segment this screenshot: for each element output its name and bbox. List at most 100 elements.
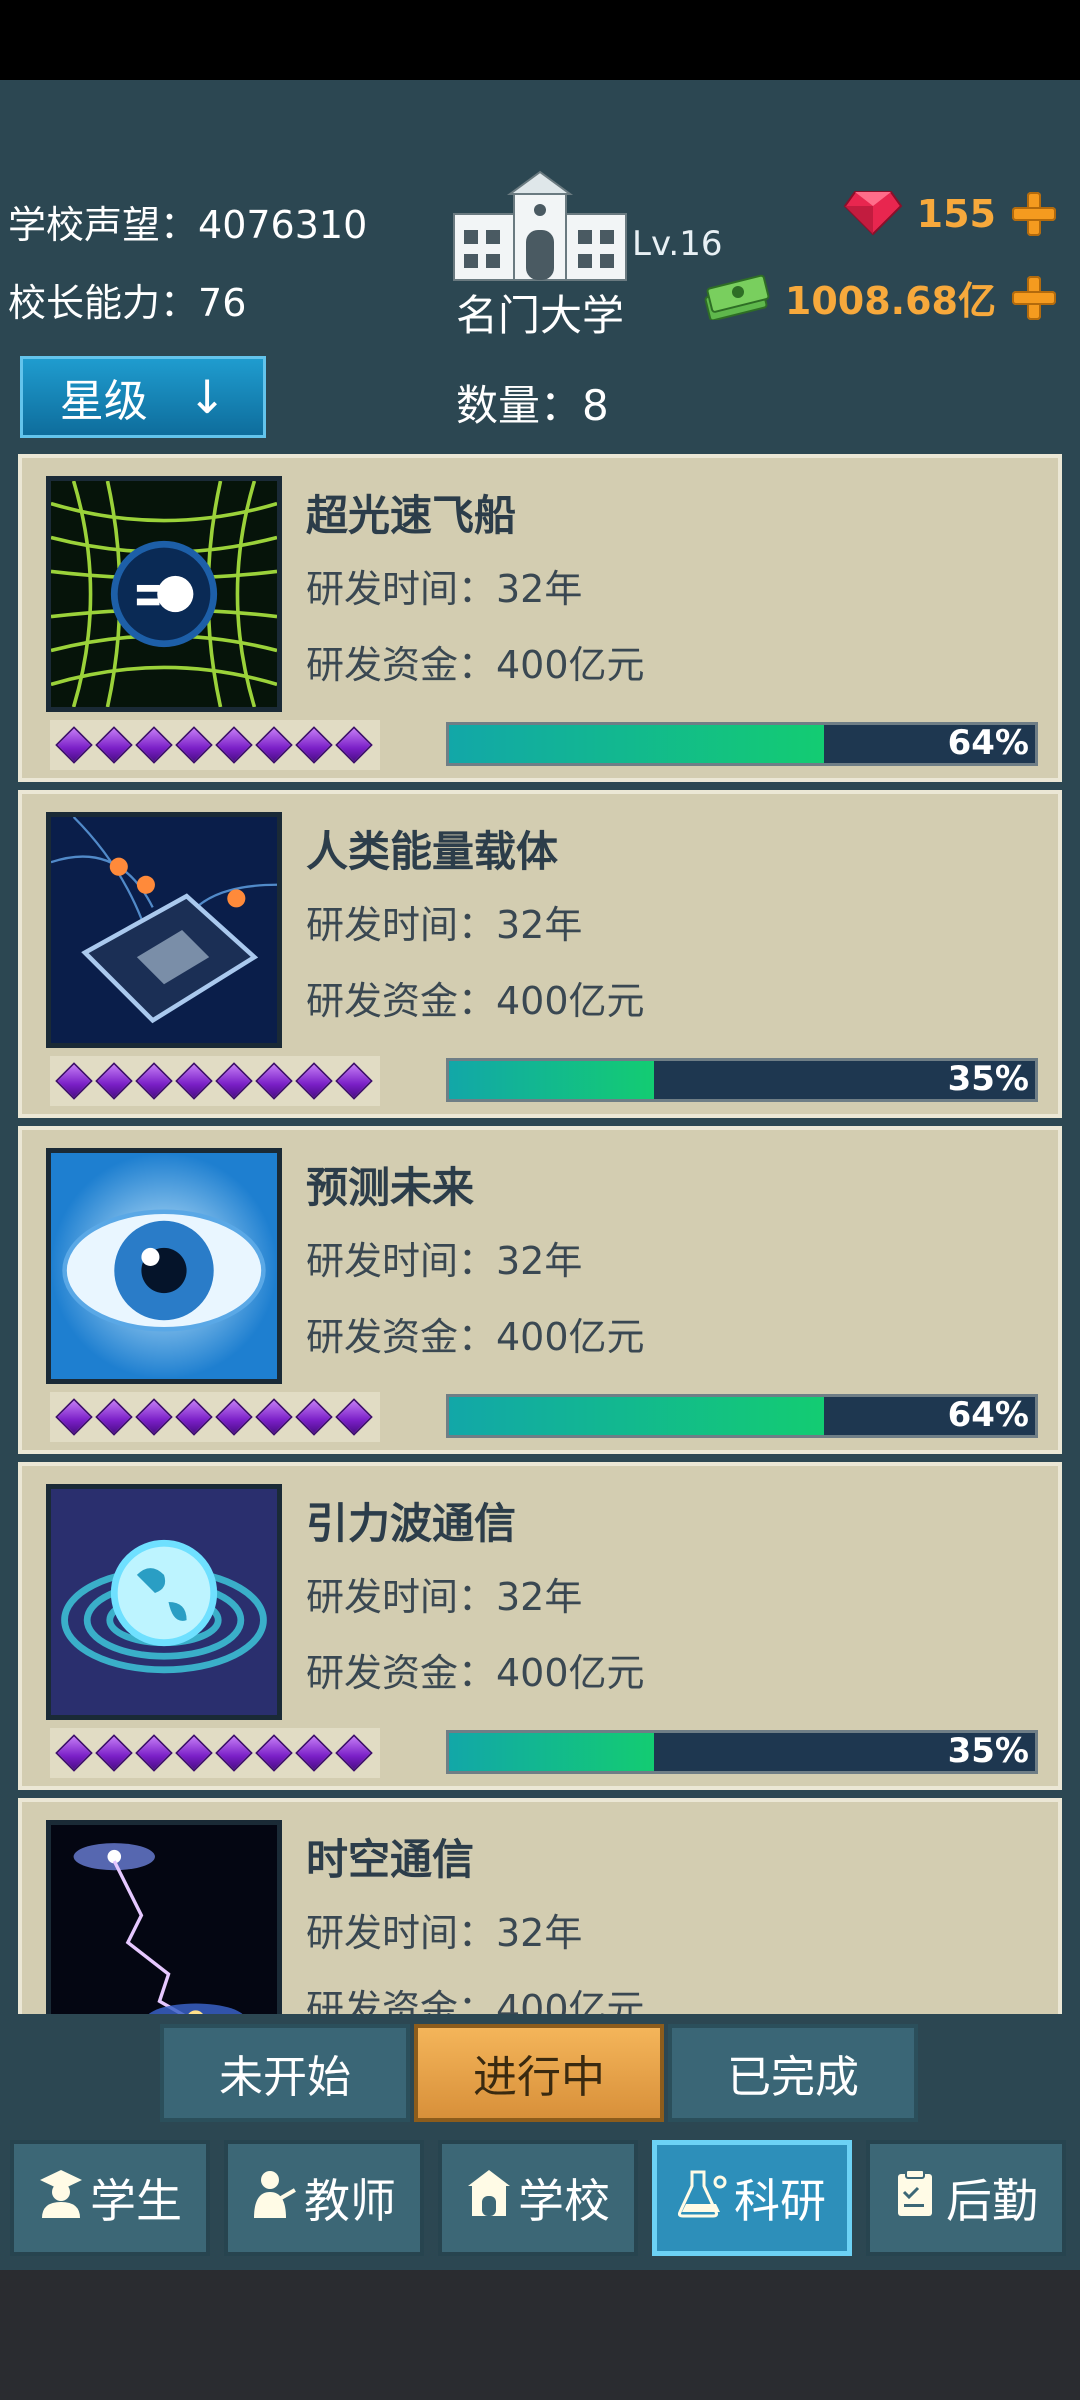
flask-icon (677, 2168, 728, 2229)
research-card[interactable]: 时空通信 研发时间：32年 研发资金：400亿元 (18, 1798, 1062, 2014)
prestige-label: 学校声望： (8, 203, 199, 247)
research-title: 时空通信 (306, 1835, 475, 1884)
filter-label: 进行中 (473, 2052, 605, 2103)
star-rating (50, 1056, 380, 1106)
star-gem-icon (295, 726, 333, 764)
progress-text: 64% (947, 1395, 1029, 1435)
star-gem-icon (95, 1398, 133, 1436)
progress-fill (449, 725, 825, 763)
star-gem-icon (335, 1062, 373, 1100)
star-gem-icon (135, 1734, 173, 1772)
star-gem-icon (255, 1398, 293, 1436)
nav-logistics[interactable]: 后勤 (866, 2140, 1066, 2256)
star-gem-icon (295, 1734, 333, 1772)
progress-fill (449, 1733, 655, 1771)
system-nav-area (0, 2270, 1080, 2400)
progress-text: 35% (947, 1731, 1029, 1771)
nav-label: 科研 (734, 2174, 826, 2228)
nav-research[interactable]: 科研 (652, 2140, 852, 2256)
school-building-icon[interactable] (450, 170, 630, 282)
research-fund: 研发资金：400亿元 (306, 643, 645, 687)
research-title: 预测未来 (306, 1163, 475, 1212)
star-gem-icon (255, 1062, 293, 1100)
research-list[interactable]: 超光速飞船 研发时间：32年 研发资金：400亿元 64% 人类能量载体 研发时… (18, 454, 1062, 2014)
research-card[interactable]: 引力波通信 研发时间：32年 研发资金：400亿元 35% (18, 1462, 1062, 1790)
school-name: 名门大学 (455, 291, 624, 340)
globe-wave-icon (46, 1484, 282, 1720)
star-gem-icon (55, 1398, 93, 1436)
money-icon (703, 272, 771, 324)
progress-bar: 35% (446, 1730, 1038, 1774)
star-rating (50, 720, 380, 770)
star-gem-icon (175, 726, 213, 764)
filter-label: 未开始 (219, 2052, 351, 2103)
star-gem-icon (95, 726, 133, 764)
research-title: 引力波通信 (306, 1499, 517, 1548)
filter-not-started[interactable]: 未开始 (160, 2024, 410, 2122)
star-gem-icon (295, 1062, 333, 1100)
star-gem-icon (215, 1734, 253, 1772)
gem-resource: 155 (843, 188, 1058, 240)
star-gem-icon (335, 1734, 373, 1772)
star-gem-icon (135, 1062, 173, 1100)
research-fund: 研发资金：400亿元 (306, 1987, 645, 2014)
research-time: 研发时间：32年 (306, 567, 583, 611)
prestige-value: 4076310 (198, 203, 368, 247)
status-bar (0, 0, 1080, 80)
star-gem-icon (295, 1398, 333, 1436)
sort-by-star-button[interactable]: 星级 ↓ (20, 356, 266, 438)
progress-bar: 64% (446, 1394, 1038, 1438)
ability-row: 校长能力：76 (8, 272, 246, 327)
star-gem-icon (135, 1398, 173, 1436)
clipboard-icon (894, 2168, 940, 2229)
filter-in-progress[interactable]: 进行中 (414, 2024, 664, 2122)
research-time: 研发时间：32年 (306, 1911, 583, 1955)
sort-arrow-icon: ↓ (187, 370, 227, 424)
sort-label: 星级 (59, 376, 148, 427)
ability-label: 校长能力： (8, 281, 199, 325)
count-label: 数量： (456, 381, 583, 430)
star-rating (50, 1392, 380, 1442)
school-icon (466, 2168, 512, 2229)
star-gem-icon (255, 726, 293, 764)
progress-text: 64% (947, 723, 1029, 763)
research-card[interactable]: 预测未来 研发时间：32年 研发资金：400亿元 64% (18, 1126, 1062, 1454)
nav-school[interactable]: 学校 (438, 2140, 638, 2256)
money-resource: 1008.68亿 (703, 270, 1058, 325)
star-rating (50, 1728, 380, 1778)
ability-value: 76 (198, 281, 247, 325)
nav-students[interactable]: 学生 (10, 2140, 210, 2256)
research-card[interactable]: 超光速飞船 研发时间：32年 研发资金：400亿元 64% (18, 454, 1062, 782)
nav-label: 学生 (90, 2174, 182, 2228)
filter-completed[interactable]: 已完成 (668, 2024, 918, 2122)
eye-icon (46, 1148, 282, 1384)
nav-label: 后勤 (946, 2174, 1038, 2228)
star-gem-icon (55, 726, 93, 764)
teacher-icon (252, 2168, 298, 2229)
filter-label: 已完成 (727, 2052, 859, 2103)
gem-count: 155 (916, 192, 996, 236)
add-money-button[interactable] (1010, 274, 1058, 322)
progress-fill (449, 1397, 825, 1435)
nav-teachers[interactable]: 教师 (224, 2140, 424, 2256)
star-gem-icon (175, 1398, 213, 1436)
item-count: 数量：8 (456, 372, 609, 433)
money-amount: 1008.68亿 (784, 279, 996, 323)
research-title: 人类能量载体 (306, 827, 559, 876)
research-time: 研发时间：32年 (306, 903, 583, 947)
research-fund: 研发资金：400亿元 (306, 1651, 645, 1695)
gem-icon (843, 188, 903, 240)
research-time: 研发时间：32年 (306, 1575, 583, 1619)
student-icon (38, 2168, 84, 2229)
star-gem-icon (175, 1734, 213, 1772)
star-gem-icon (95, 1734, 133, 1772)
star-gem-icon (335, 1398, 373, 1436)
progress-text: 35% (947, 1059, 1029, 1099)
add-gems-button[interactable] (1010, 190, 1058, 238)
star-gem-icon (335, 726, 373, 764)
star-gem-icon (215, 1062, 253, 1100)
star-gem-icon (255, 1734, 293, 1772)
star-gem-icon (175, 1062, 213, 1100)
research-card[interactable]: 人类能量载体 研发时间：32年 研发资金：400亿元 35% (18, 790, 1062, 1118)
nav-label: 教师 (304, 2174, 396, 2228)
